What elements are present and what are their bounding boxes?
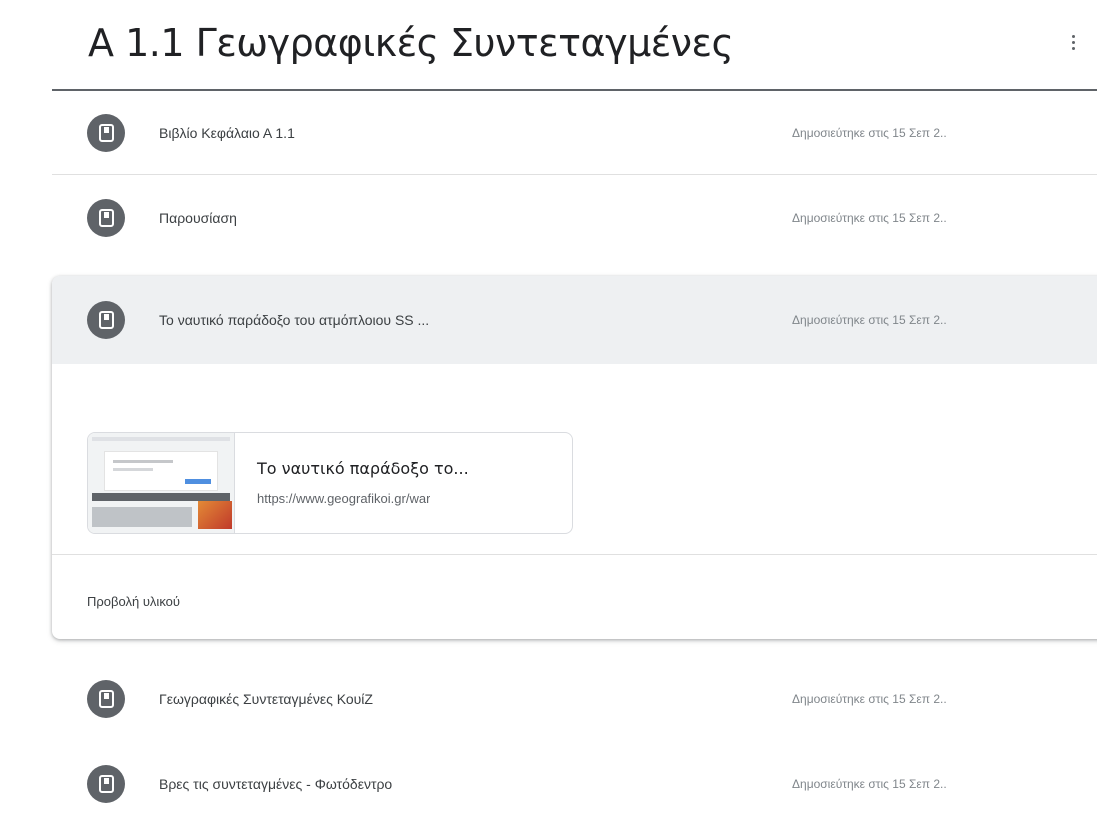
more-options-icon[interactable] [1058, 24, 1088, 60]
material-icon [87, 113, 125, 152]
material-item[interactable]: Βρες τις συντεταγμένες - Φωτόδεντρο Δημο… [52, 742, 1097, 826]
material-date: Δημοσιεύτηκε στις 15 Σεπ 2.. [792, 692, 947, 706]
expanded-material-card: Το ναυτικό παράδοξο του ατμόπλοιου SS ..… [52, 276, 1097, 639]
material-title: Βρες τις συντεταγμένες - Φωτόδεντρο [159, 776, 393, 792]
topic-title: A 1.1 Γεωγραφικές Συντεταγμένες [88, 21, 734, 65]
material-date: Δημοσιεύτηκε στις 15 Σεπ 2.. [792, 211, 947, 225]
material-icon [87, 680, 125, 718]
material-date: Δημοσιεύτηκε στις 15 Σεπ 2.. [792, 777, 947, 791]
material-icon [87, 199, 125, 237]
material-icon [87, 301, 125, 339]
link-thumbnail [88, 433, 235, 533]
attachment-title: Το ναυτικό παράδοξο το... [257, 459, 469, 478]
material-title: Γεωγραφικές Συντεταγμένες ΚουίΖ [159, 691, 373, 707]
material-icon [87, 765, 125, 803]
material-title: Το ναυτικό παράδοξο του ατμόπλοιου SS ..… [159, 312, 430, 328]
material-item[interactable]: Βιβλίο Κεφάλαιο Α 1.1 Δημοσιεύτηκε στις … [52, 91, 1097, 175]
material-item[interactable]: Γεωγραφικές Συντεταγμένες ΚουίΖ Δημοσιεύ… [52, 657, 1097, 741]
link-attachment[interactable]: Το ναυτικό παράδοξο το... https://www.ge… [87, 432, 573, 534]
material-title: Βιβλίο Κεφάλαιο Α 1.1 [159, 124, 295, 141]
attachment-url: https://www.geografikoi.gr/war [257, 491, 431, 506]
card-divider [52, 554, 1097, 555]
material-item-expanded[interactable]: Το ναυτικό παράδοξο του ατμόπλοιου SS ..… [52, 276, 1097, 364]
material-item[interactable]: Παρουσίαση Δημοσιεύτηκε στις 15 Σεπ 2.. [52, 176, 1097, 260]
material-date: Δημοσιεύτηκε στις 15 Σεπ 2.. [792, 125, 947, 140]
material-title: Παρουσίαση [159, 210, 237, 226]
material-date: Δημοσιεύτηκε στις 15 Σεπ 2.. [792, 313, 947, 327]
view-material-link[interactable]: Προβολή υλικού [87, 594, 180, 609]
